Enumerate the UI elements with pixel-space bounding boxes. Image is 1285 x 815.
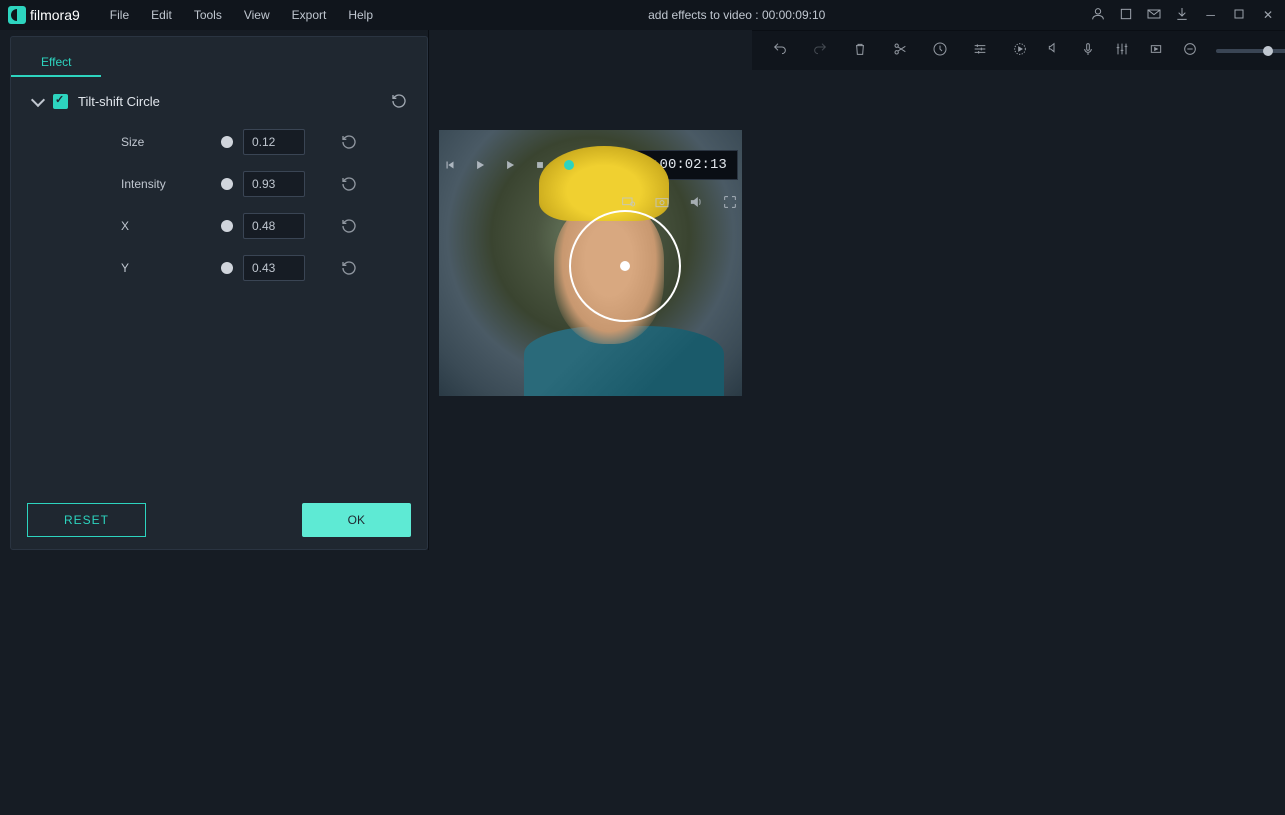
param-label: Intensity bbox=[121, 177, 211, 191]
download-icon[interactable] bbox=[1174, 6, 1190, 25]
render-icon[interactable] bbox=[1012, 41, 1028, 60]
menu-file[interactable]: File bbox=[100, 4, 139, 26]
reset-y-icon[interactable] bbox=[341, 260, 357, 276]
size-input[interactable] bbox=[243, 129, 305, 155]
stop-icon[interactable] bbox=[533, 158, 547, 172]
keyframe-icon[interactable] bbox=[1148, 41, 1164, 60]
window-title: add effects to video : 00:00:09:10 bbox=[383, 8, 1090, 22]
menu-help[interactable]: Help bbox=[338, 4, 383, 26]
message-icon[interactable] bbox=[1146, 6, 1162, 25]
logo-icon bbox=[8, 6, 26, 24]
title-icons: ─ ✕ bbox=[1090, 6, 1277, 25]
redo-icon[interactable] bbox=[812, 41, 828, 60]
param-label: Size bbox=[121, 135, 211, 149]
adjust-icon[interactable] bbox=[972, 41, 988, 60]
split-icon[interactable] bbox=[892, 41, 908, 60]
menu-view[interactable]: View bbox=[234, 4, 280, 26]
x-input[interactable] bbox=[243, 213, 305, 239]
delete-icon[interactable] bbox=[852, 41, 868, 60]
menu-edit[interactable]: Edit bbox=[141, 4, 182, 26]
user-icon[interactable] bbox=[1090, 6, 1106, 25]
play-all-icon[interactable] bbox=[503, 158, 517, 172]
speed-icon[interactable] bbox=[932, 41, 948, 60]
effect-panel: Effect Tilt-shift Circle Size Intensity bbox=[10, 36, 428, 550]
voiceover-icon[interactable] bbox=[1080, 41, 1096, 60]
audio-mixer-icon[interactable] bbox=[1114, 41, 1130, 60]
timeline-toolbar bbox=[752, 30, 1285, 70]
intensity-input[interactable] bbox=[243, 171, 305, 197]
volume-icon[interactable] bbox=[688, 194, 704, 213]
reset-size-icon[interactable] bbox=[341, 134, 357, 150]
zoom-out-icon[interactable] bbox=[1182, 41, 1198, 60]
fullscreen-icon[interactable] bbox=[722, 194, 738, 213]
reset-effect-icon[interactable] bbox=[391, 93, 407, 109]
reset-x-icon[interactable] bbox=[341, 218, 357, 234]
effect-enable-checkbox[interactable] bbox=[53, 94, 68, 109]
zoom-slider[interactable] bbox=[1216, 49, 1285, 53]
prev-frame-icon[interactable] bbox=[443, 158, 457, 172]
render-preview-icon[interactable] bbox=[620, 194, 636, 213]
marker-icon[interactable] bbox=[1046, 41, 1062, 60]
snapshot-icon[interactable] bbox=[654, 194, 670, 213]
tiltshift-circle-overlay[interactable] bbox=[569, 210, 681, 322]
title-bar: filmora9 File Edit Tools View Export Hel… bbox=[0, 0, 1285, 30]
param-x: X bbox=[121, 213, 357, 239]
menu-tools[interactable]: Tools bbox=[184, 4, 232, 26]
menu-export[interactable]: Export bbox=[282, 4, 337, 26]
undo-icon[interactable] bbox=[772, 41, 788, 60]
notification-icon[interactable] bbox=[1118, 6, 1134, 25]
chevron-down-icon[interactable] bbox=[31, 95, 43, 107]
reset-button[interactable]: RESET bbox=[27, 503, 146, 537]
param-label: Y bbox=[121, 261, 211, 275]
effect-name: Tilt-shift Circle bbox=[78, 94, 160, 109]
preview-panel: { } 00:00:02:13 bbox=[428, 30, 752, 550]
logo-text: filmora9 bbox=[30, 7, 80, 23]
minimize-icon[interactable]: ─ bbox=[1202, 8, 1219, 22]
video-preview[interactable]: { } 00:00:02:13 bbox=[439, 130, 742, 396]
reset-intensity-icon[interactable] bbox=[341, 176, 357, 192]
close-icon[interactable]: ✕ bbox=[1259, 8, 1277, 22]
param-intensity: Intensity bbox=[121, 171, 357, 197]
maximize-icon[interactable] bbox=[1231, 6, 1247, 25]
ok-button[interactable]: OK bbox=[302, 503, 411, 537]
param-size: Size bbox=[121, 129, 357, 155]
menu-bar: File Edit Tools View Export Help bbox=[100, 4, 383, 26]
tab-effect[interactable]: Effect bbox=[11, 49, 101, 77]
y-input[interactable] bbox=[243, 255, 305, 281]
param-label: X bbox=[121, 219, 211, 233]
play-icon[interactable] bbox=[473, 158, 487, 172]
param-y: Y bbox=[121, 255, 357, 281]
app-logo: filmora9 bbox=[8, 6, 80, 24]
